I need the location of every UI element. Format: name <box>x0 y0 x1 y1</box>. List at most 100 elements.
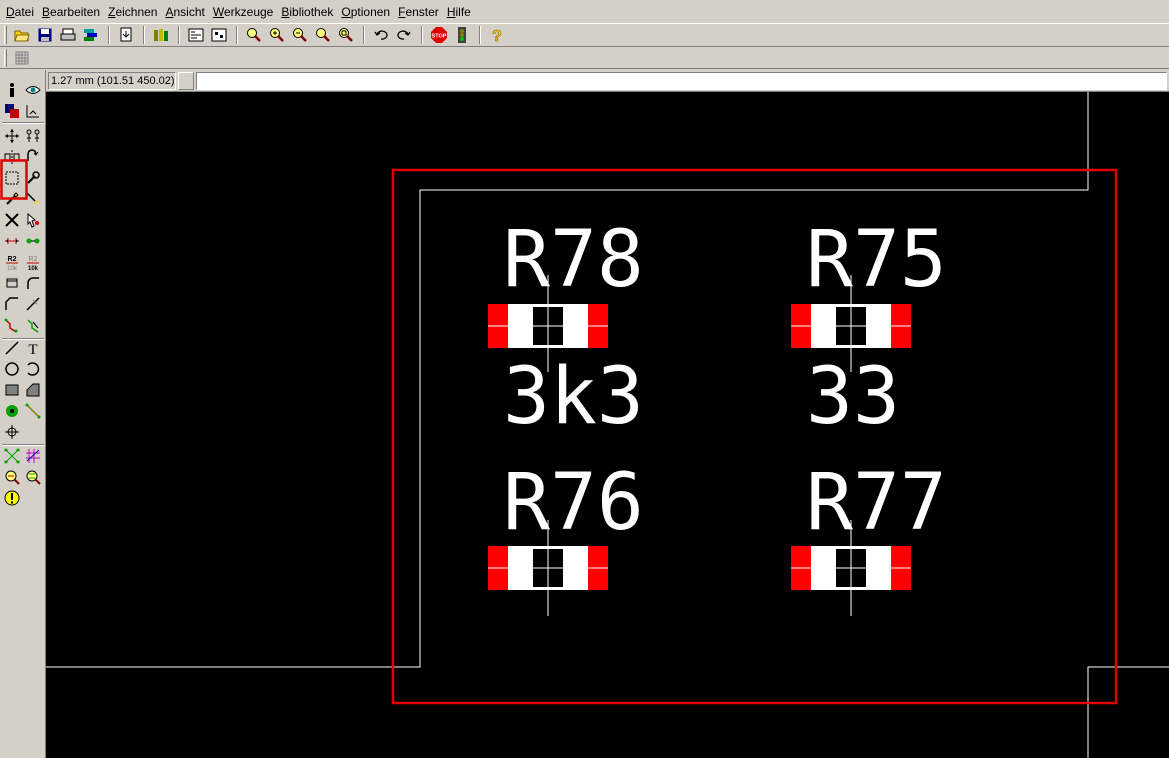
mark-icon[interactable] <box>23 101 43 121</box>
schematic-icon[interactable] <box>185 25 207 46</box>
menu-werkzeuge[interactable]: Werkzeuge <box>209 2 277 22</box>
menu-label: Bibliothek <box>281 4 334 19</box>
menu-label: Fenster <box>398 4 439 19</box>
svg-text:STOP: STOP <box>432 34 447 40</box>
errors-icon[interactable] <box>2 488 22 508</box>
toolbar-grip[interactable] <box>4 48 7 67</box>
save-icon[interactable] <box>34 25 56 46</box>
layers-icon[interactable] <box>80 25 102 46</box>
selection-highlight-box <box>391 168 1118 705</box>
rectangle-icon[interactable] <box>2 380 22 400</box>
smash-icon[interactable] <box>2 273 22 293</box>
component-value-label: 33 <box>806 352 900 442</box>
library-icon[interactable] <box>150 25 172 46</box>
svg-text:?: ? <box>492 28 502 43</box>
component-r75[interactable]: R75 33 <box>791 215 947 442</box>
circle-icon[interactable] <box>2 359 22 379</box>
coordinate-readout: 1.27 mm (101.51 450.02) <box>48 72 176 90</box>
stop-icon[interactable]: STOP <box>428 25 450 46</box>
board-icon[interactable] <box>208 25 230 46</box>
component-name-label: R77 <box>806 458 947 548</box>
help-icon[interactable]: ? <box>486 25 508 46</box>
drc-icon[interactable] <box>23 467 43 487</box>
menu-bearbeiten[interactable]: Bearbeiten <box>38 2 104 22</box>
ripup-icon[interactable] <box>23 315 43 335</box>
menu-hilfe[interactable]: Hilfe <box>443 2 475 22</box>
toolbar-separator <box>178 26 180 44</box>
print-icon[interactable] <box>57 25 79 46</box>
menu-datei[interactable]: Datei <box>2 2 38 22</box>
arc-icon[interactable] <box>23 359 43 379</box>
menu-bar: Datei Bearbeiten Zeichnen Ansicht Werkzeuge B… <box>0 0 1169 23</box>
replace-icon[interactable] <box>23 231 43 251</box>
redo-icon[interactable] <box>393 25 415 46</box>
menu-label: Optionen <box>341 4 391 19</box>
zoom-fit-icon[interactable] <box>243 25 265 46</box>
info-icon[interactable] <box>2 80 22 100</box>
menu-label: Ansicht <box>165 4 205 19</box>
menu-ansicht[interactable]: Ansicht <box>161 2 208 22</box>
toolbar-separator <box>143 26 145 44</box>
zoom-redraw-icon[interactable] <box>312 25 334 46</box>
pinswap-icon[interactable] <box>2 231 22 251</box>
delete-icon[interactable] <box>2 210 22 230</box>
signal-icon[interactable] <box>23 401 43 421</box>
name-icon[interactable]: R2 10k <box>2 252 22 272</box>
open-icon[interactable] <box>11 25 33 46</box>
copy-icon[interactable] <box>23 126 43 146</box>
miter-icon[interactable] <box>23 273 43 293</box>
component-r76[interactable]: R76 <box>488 458 644 616</box>
route-icon[interactable] <box>2 315 22 335</box>
toolbar-grip[interactable] <box>4 26 7 44</box>
go-icon[interactable] <box>451 25 473 46</box>
toolbar-separator <box>2 122 44 124</box>
grid-icon[interactable] <box>11 47 33 68</box>
zoom-out-icon[interactable] <box>289 25 311 46</box>
zoom-area-icon[interactable] <box>335 25 357 46</box>
menu-label: Datei <box>6 4 35 19</box>
component-r78[interactable]: R78 3k3 <box>488 215 644 442</box>
board-drawing: R78 3k3 R75 33 R76 R77 <box>46 92 1169 758</box>
zoom-in-icon[interactable] <box>266 25 288 46</box>
export-icon[interactable] <box>115 25 137 46</box>
command-history-button[interactable] <box>178 72 194 90</box>
component-name-label: R76 <box>503 458 644 548</box>
wire-icon[interactable] <box>2 338 22 358</box>
show-icon[interactable] <box>23 80 43 100</box>
toolbar-separator <box>363 26 365 44</box>
menu-bibliothek[interactable]: Bibliothek <box>277 2 337 22</box>
toolbar-separator <box>421 26 423 44</box>
command-bar: 1.27 mm (101.51 450.02) <box>46 70 1169 92</box>
toolbar-separator <box>236 26 238 44</box>
command-input[interactable] <box>196 72 1167 90</box>
menu-zeichnen[interactable]: Zeichnen <box>104 2 161 22</box>
split-icon[interactable] <box>2 294 22 314</box>
group-tool-highlight <box>0 159 28 200</box>
add-icon[interactable] <box>23 210 43 230</box>
polygon-icon[interactable] <box>23 380 43 400</box>
component-r77[interactable]: R77 <box>791 458 947 616</box>
svg-text:R2: R2 <box>8 256 17 263</box>
svg-text:T: T <box>28 342 37 356</box>
component-name-label: R78 <box>503 215 644 305</box>
board-canvas[interactable]: R78 3k3 R75 33 R76 R77 <box>46 92 1169 758</box>
value-icon[interactable]: R2 10k <box>23 252 43 272</box>
text-icon[interactable]: T <box>23 338 43 358</box>
erc-icon[interactable] <box>2 467 22 487</box>
autorouter-icon[interactable] <box>23 446 43 466</box>
ratsnest-icon[interactable] <box>2 446 22 466</box>
svg-text:10k: 10k <box>28 266 39 271</box>
via-icon[interactable] <box>2 401 22 421</box>
menu-label: Hilfe <box>446 4 471 19</box>
optimize-icon[interactable] <box>23 294 43 314</box>
undo-icon[interactable] <box>370 25 392 46</box>
menu-fenster[interactable]: Fenster <box>394 2 443 22</box>
menu-label: Zeichnen <box>108 4 158 19</box>
menu-optionen[interactable]: Optionen <box>337 2 394 22</box>
parameter-toolbar <box>0 47 1169 69</box>
display-layers-icon[interactable] <box>2 101 22 121</box>
move-icon[interactable] <box>2 126 22 146</box>
hole-icon[interactable] <box>2 422 22 442</box>
toolbar-separator <box>479 26 481 44</box>
menu-label: Bearbeiten <box>42 4 101 19</box>
